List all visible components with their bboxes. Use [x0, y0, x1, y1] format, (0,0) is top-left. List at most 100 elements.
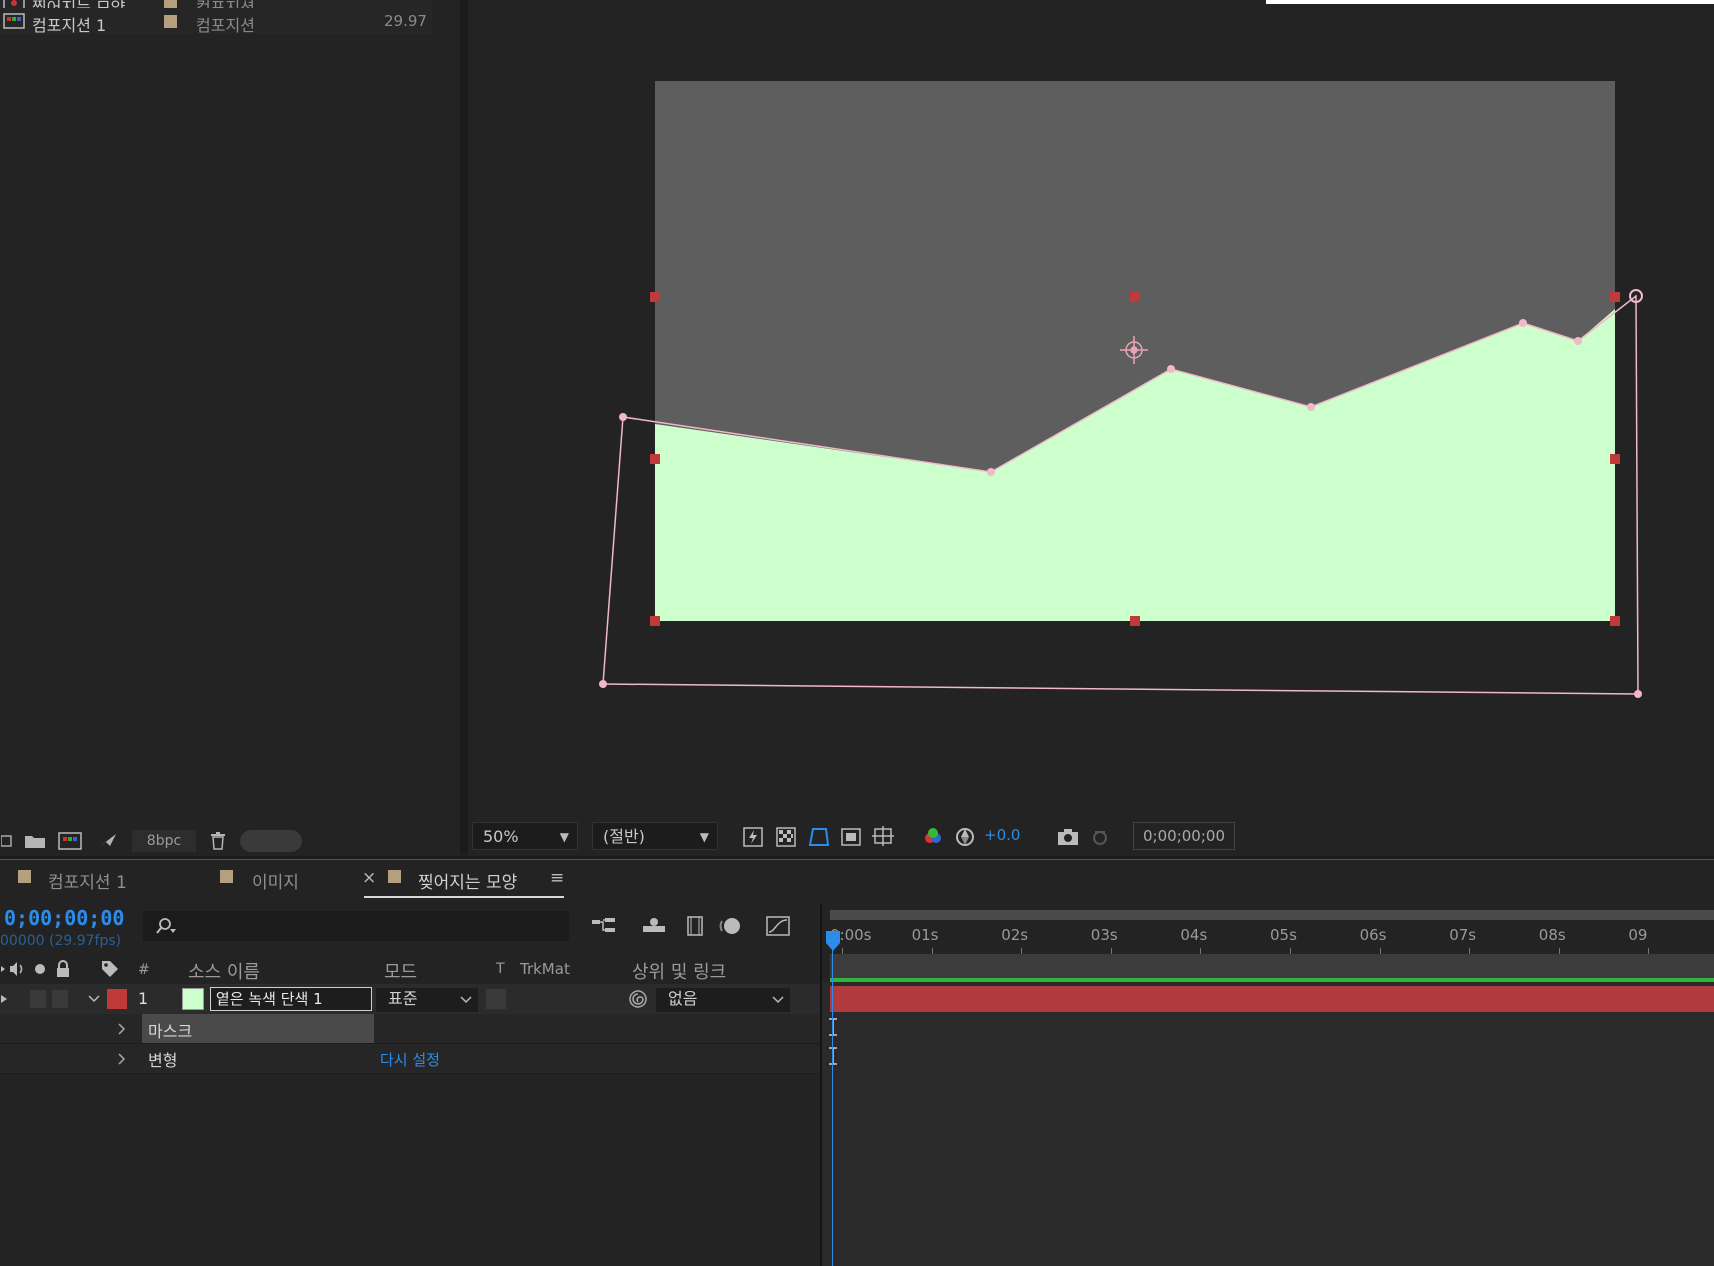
parent-dropdown[interactable]: 없음 [656, 988, 790, 1012]
composition-mini-flowchart-icon[interactable] [588, 912, 620, 940]
column-t[interactable]: T [496, 961, 505, 977]
frame-blending-icon[interactable] [680, 912, 710, 940]
fast-previews-icon[interactable] [740, 824, 766, 850]
mask-vertex[interactable] [619, 413, 627, 421]
layer-bar-top-accent [830, 978, 1714, 982]
new-composition-icon[interactable] [56, 830, 84, 852]
show-snapshot-icon[interactable] [1086, 824, 1114, 850]
track-matte-toggle[interactable] [486, 989, 506, 1009]
reset-transform-link[interactable]: 다시 설정 [380, 1049, 440, 1070]
layer-search-input[interactable] [143, 911, 569, 941]
magnification-dropdown[interactable]: 50% ▼ [472, 822, 578, 850]
tab-label: 컴포지션 1 [48, 873, 127, 893]
audio-video-icon[interactable] [0, 958, 30, 980]
project-item-fps: 29.97 [384, 12, 427, 30]
solo-icon[interactable] [32, 958, 48, 980]
mask-vertex[interactable] [1167, 365, 1175, 373]
chevron-down-icon: ▼ [699, 830, 709, 844]
property-row-transform[interactable]: 변형 다시 설정 [0, 1044, 820, 1074]
new-folder-icon[interactable] [22, 830, 48, 852]
lock-icon[interactable] [52, 958, 74, 980]
video-visibility-icon[interactable] [0, 988, 10, 1010]
transform-handle[interactable] [1130, 616, 1140, 626]
transform-handle[interactable] [650, 292, 660, 302]
panel-divider[interactable] [460, 0, 468, 855]
interpret-footage-icon[interactable] [0, 830, 14, 852]
graph-editor-icon[interactable] [762, 912, 794, 940]
column-source-name[interactable]: 소스 이름 [188, 958, 260, 984]
mask-vertex[interactable] [1634, 690, 1642, 698]
resolution-dropdown[interactable]: (절반) ▼ [592, 822, 718, 850]
draft-3d-icon[interactable] [638, 912, 670, 940]
layer-row[interactable]: 1 옅은 녹색 단색 1 표준 없음 [0, 984, 820, 1014]
trash-icon[interactable] [206, 830, 230, 852]
current-time-display[interactable]: 0;00;00;00 [1133, 822, 1235, 850]
mask-vertex[interactable] [1519, 319, 1527, 327]
playhead-line[interactable] [832, 934, 833, 1266]
snapshot-icon[interactable] [1054, 824, 1082, 850]
ruler-tick-label: 09 [1628, 926, 1648, 944]
column-number[interactable]: # [138, 962, 150, 978]
thumbnail-size-slider[interactable] [240, 830, 302, 852]
keyframe-navigator-icon[interactable] [824, 1016, 842, 1038]
mask-vertex[interactable] [1574, 337, 1582, 345]
project-panel: 찢어지는 모양 컴포지션 컴포지션 1 컴포지션 29.97 8bpc [0, 0, 460, 856]
parent-value: 없음 [668, 989, 698, 1008]
transform-handle[interactable] [650, 616, 660, 626]
column-mode[interactable]: 모드 [384, 958, 417, 984]
transform-handle[interactable] [1610, 292, 1620, 302]
timeline-split-divider[interactable] [820, 904, 822, 1266]
work-area-bar[interactable] [830, 910, 1714, 920]
layer-label-color[interactable] [107, 989, 127, 1009]
reset-exposure-icon[interactable] [952, 824, 978, 850]
property-label: 마스크 [148, 1022, 193, 1041]
property-label: 변형 [148, 1051, 178, 1070]
project-toolbar: 8bpc [0, 826, 460, 856]
panel-header-strip [1266, 0, 1714, 4]
solo-toggle[interactable] [30, 990, 46, 1008]
close-icon[interactable]: × [362, 868, 376, 888]
mask-vertex[interactable] [1307, 403, 1315, 411]
current-time[interactable]: 0;00;00;00 [4, 906, 124, 930]
layer-name-field[interactable]: 옅은 녹색 단색 1 [210, 987, 372, 1011]
transform-handle[interactable] [1610, 616, 1620, 626]
column-trkmat[interactable]: TrkMat [520, 960, 570, 978]
chevron-down-icon[interactable] [86, 988, 102, 1010]
composition-viewer[interactable] [468, 0, 1714, 818]
ruler-tick-label: 05s [1270, 926, 1297, 944]
chevron-right-icon[interactable] [114, 1050, 130, 1068]
time-navigator-band [830, 954, 1714, 978]
exposure-value[interactable]: +0.0 [984, 826, 1020, 844]
panel-menu-icon[interactable]: ≡ [550, 868, 564, 888]
tab-label: 찢어지는 모양 [418, 873, 518, 893]
render-queue-icon[interactable] [94, 830, 120, 852]
layer-duration-bar[interactable] [830, 986, 1714, 1012]
mask-visibility-icon[interactable] [806, 824, 832, 850]
mask-vertex[interactable] [599, 680, 607, 688]
chevron-right-icon[interactable] [114, 1020, 130, 1038]
playhead-icon[interactable] [823, 930, 843, 954]
grid-guides-icon[interactable] [870, 824, 896, 850]
composition-canvas[interactable] [468, 0, 1714, 818]
project-item-name: 컴포지션 1 [32, 16, 107, 35]
motion-blur-icon[interactable] [716, 912, 746, 940]
frame-rate-info: 00000 (29.97fps) [0, 933, 122, 949]
layer-mode-dropdown[interactable]: 표준 [376, 988, 478, 1012]
timeline-track-area[interactable] [820, 982, 1714, 1266]
pick-whip-icon[interactable] [626, 988, 650, 1010]
label-tag-icon[interactable] [98, 958, 122, 980]
project-item[interactable]: 컴포지션 1 컴포지션 29.97 [0, 8, 432, 35]
region-of-interest-icon[interactable] [838, 824, 864, 850]
transform-handle[interactable] [1130, 292, 1140, 302]
transform-handle[interactable] [650, 454, 660, 464]
mask-vertex[interactable] [987, 468, 995, 476]
transparency-grid-icon[interactable] [773, 824, 799, 850]
bit-depth-button[interactable]: 8bpc [132, 830, 196, 852]
chevron-down-icon [772, 996, 784, 1004]
channel-rgb-icon[interactable] [920, 824, 946, 850]
property-row-masks[interactable]: 마스크 [0, 1014, 820, 1044]
transform-handle[interactable] [1610, 454, 1620, 464]
keyframe-navigator-icon[interactable] [824, 1045, 842, 1067]
column-parent-link[interactable]: 상위 및 링크 [632, 958, 726, 984]
lock-toggle[interactable] [52, 990, 68, 1008]
